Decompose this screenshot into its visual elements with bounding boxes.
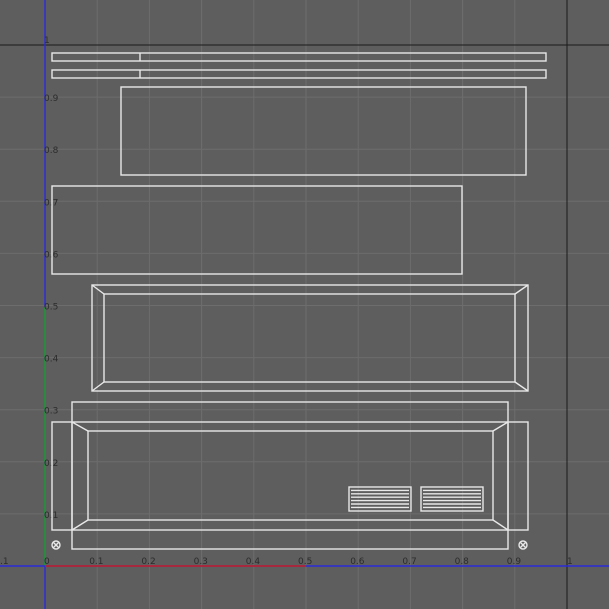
u-axis-tick-labels: 0.1 0.2 0.3 0.4 0.5 0.6 0.7 0.8 0.9 (89, 557, 521, 567)
v-tick-label: 0.2 (44, 459, 58, 469)
u-end-label: 1 (567, 557, 573, 567)
u-tick-label: 0.9 (507, 557, 522, 567)
v-tick-label: 0.8 (44, 146, 59, 156)
u-tick-label: 0.6 (350, 557, 365, 567)
u-tick-label: 0.2 (141, 557, 155, 567)
v-tick-label: 0.9 (44, 94, 59, 104)
uv-editor-viewport[interactable]: 0.1 0.2 0.3 0.4 0.5 0.6 0.7 0.8 0.9 0.10.20.30.4… (0, 0, 609, 609)
u-tick-label: 0.5 (298, 557, 312, 567)
u-tick-label: 0.1 (89, 557, 103, 567)
v-tick-label: 0.3 (44, 407, 58, 417)
v-tick-label: 0.7 (44, 198, 58, 208)
v-top-label: 1 (44, 36, 50, 46)
u-tick-label: 0.7 (402, 557, 416, 567)
u-tick-label: 0.8 (455, 557, 470, 567)
v-tick-label: 0.4 (44, 355, 59, 365)
v-tick-label: 0.5 (44, 303, 58, 313)
origin-label: 0 (44, 557, 50, 567)
u-tick-label: 0.3 (194, 557, 208, 567)
v-tick-label: 0.1 (44, 511, 58, 521)
u-left-label: .1 (0, 557, 9, 567)
v-tick-label: 0.6 (44, 250, 59, 260)
u-tick-label: 0.4 (246, 557, 261, 567)
